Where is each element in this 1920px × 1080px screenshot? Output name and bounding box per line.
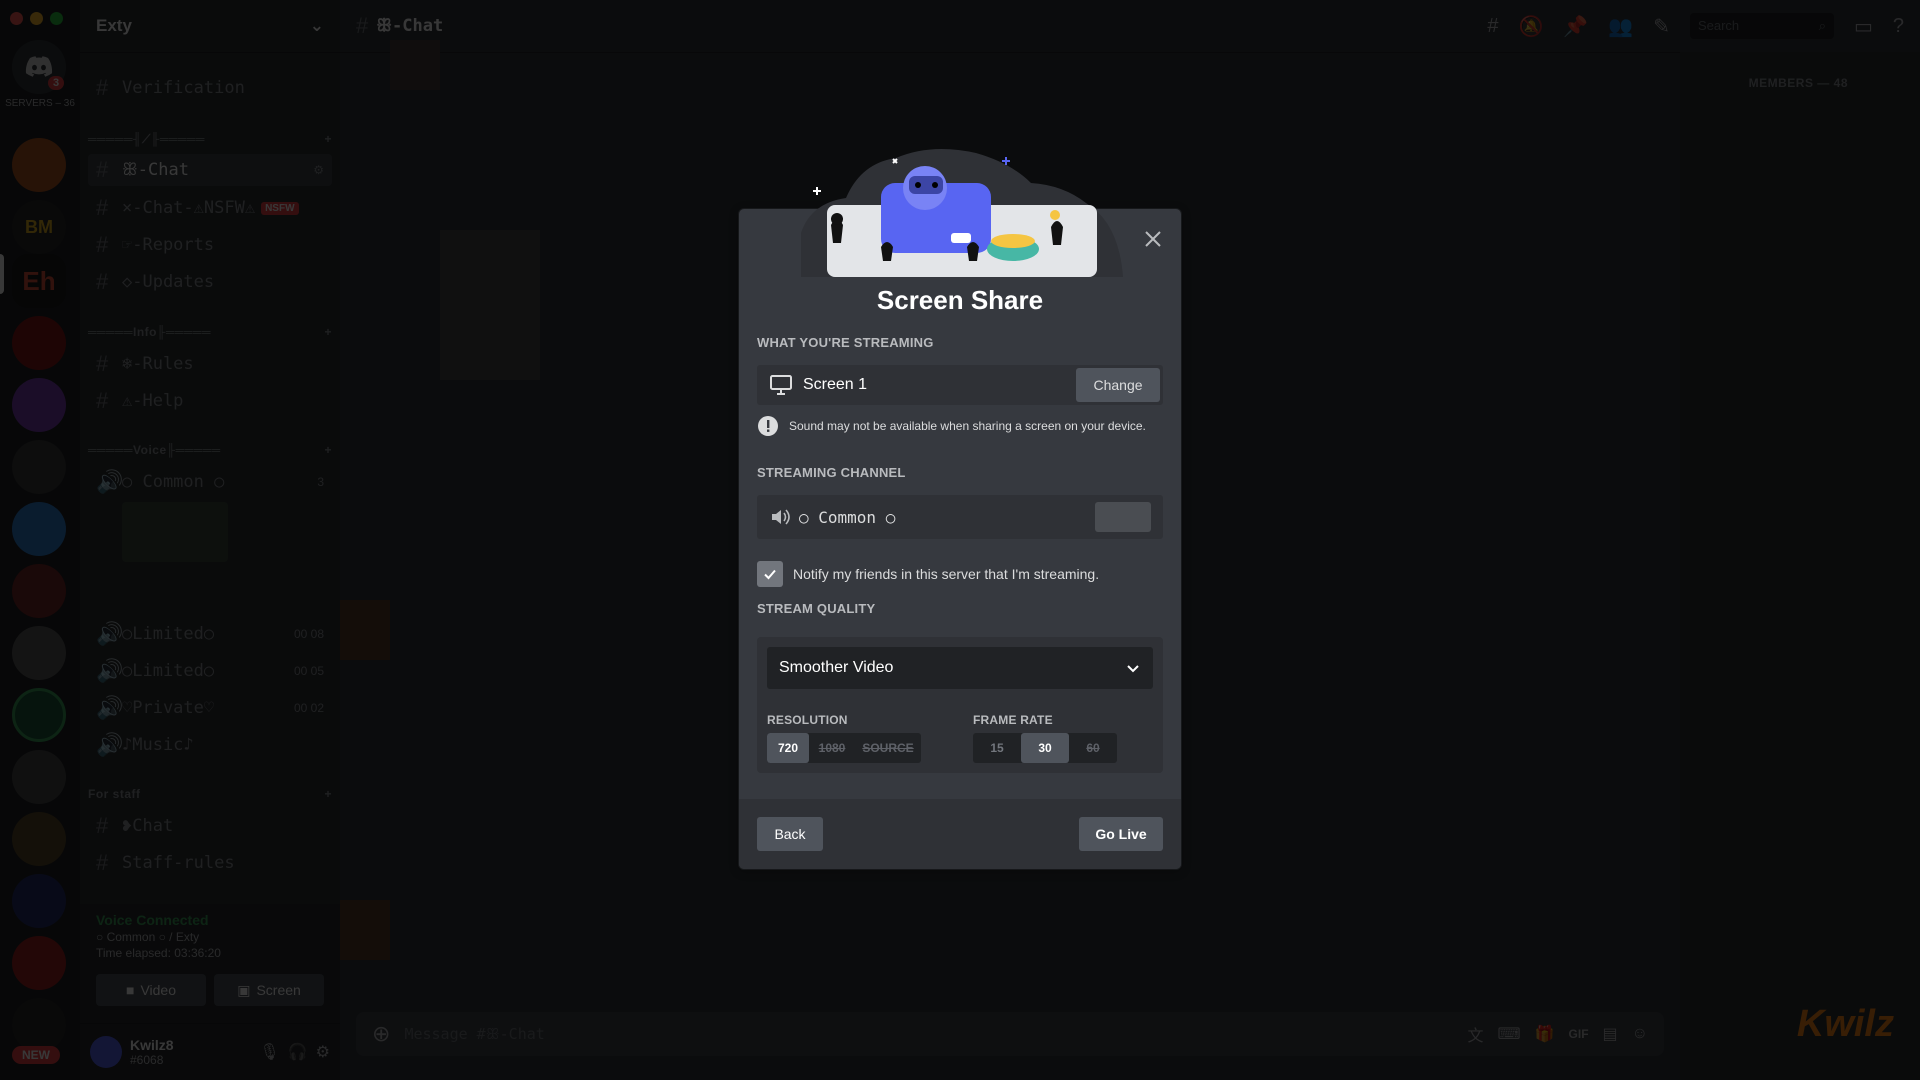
channel-preview [1095, 502, 1151, 532]
notify-friends-row[interactable]: Notify my friends in this server that I'… [757, 561, 1099, 587]
go-live-illustration-icon [801, 149, 1123, 277]
resolution-option[interactable]: 720 [767, 733, 809, 763]
quality-value: Smoother Video [779, 659, 894, 676]
warning-text: Sound may not be available when sharing … [789, 419, 1146, 433]
modal-footer: Back Go Live [739, 799, 1181, 869]
frame-rate-option[interactable]: 30 [1021, 733, 1069, 763]
back-button[interactable]: Back [757, 817, 823, 851]
chevron-down-icon [1127, 665, 1139, 673]
go-live-button[interactable]: Go Live [1079, 817, 1163, 851]
streaming-source-label: WHAT YOU'RE STREAMING [757, 335, 934, 350]
stream-quality-panel: Smoother Video RESOLUTION 720 1080 SOURC… [757, 637, 1163, 773]
streaming-channel-label: STREAMING CHANNEL [757, 465, 906, 480]
speaker-icon [772, 509, 790, 525]
frame-rate-option[interactable]: 15 [973, 733, 1021, 763]
monitor-icon [770, 375, 792, 395]
resolution-option[interactable]: 1080 [809, 733, 855, 763]
screen-share-modal: Screen Share WHAT YOU'RE STREAMING Scree… [739, 149, 1181, 869]
streaming-source: Screen 1 Change [757, 365, 1163, 405]
frame-rate-selector: 15 30 60 [973, 733, 1117, 763]
audio-warning: Sound may not be available when sharing … [757, 415, 1146, 437]
notify-checkbox[interactable] [757, 561, 783, 587]
modal-title: Screen Share [876, 285, 1044, 315]
notify-label: Notify my friends in this server that I'… [793, 566, 1100, 582]
source-name: Screen 1 [803, 376, 868, 393]
streaming-channel[interactable]: ○ Common ○ [757, 495, 1163, 539]
change-source-button[interactable]: Change [1076, 368, 1160, 402]
resolution-label: RESOLUTION [767, 713, 848, 727]
channel-name: ○ Common ○ [799, 507, 896, 527]
resolution-selector: 720 1080 SOURCE [767, 733, 921, 763]
warning-icon [758, 416, 778, 436]
quality-dropdown[interactable]: Smoother Video [767, 647, 1153, 689]
frame-rate-option[interactable]: 60 [1069, 733, 1117, 763]
close-icon[interactable] [1141, 227, 1165, 251]
frame-rate-label: FRAME RATE [973, 713, 1053, 727]
checkmark-icon [764, 569, 776, 580]
stream-quality-label: STREAM QUALITY [757, 601, 876, 616]
resolution-option[interactable]: SOURCE [855, 733, 921, 763]
